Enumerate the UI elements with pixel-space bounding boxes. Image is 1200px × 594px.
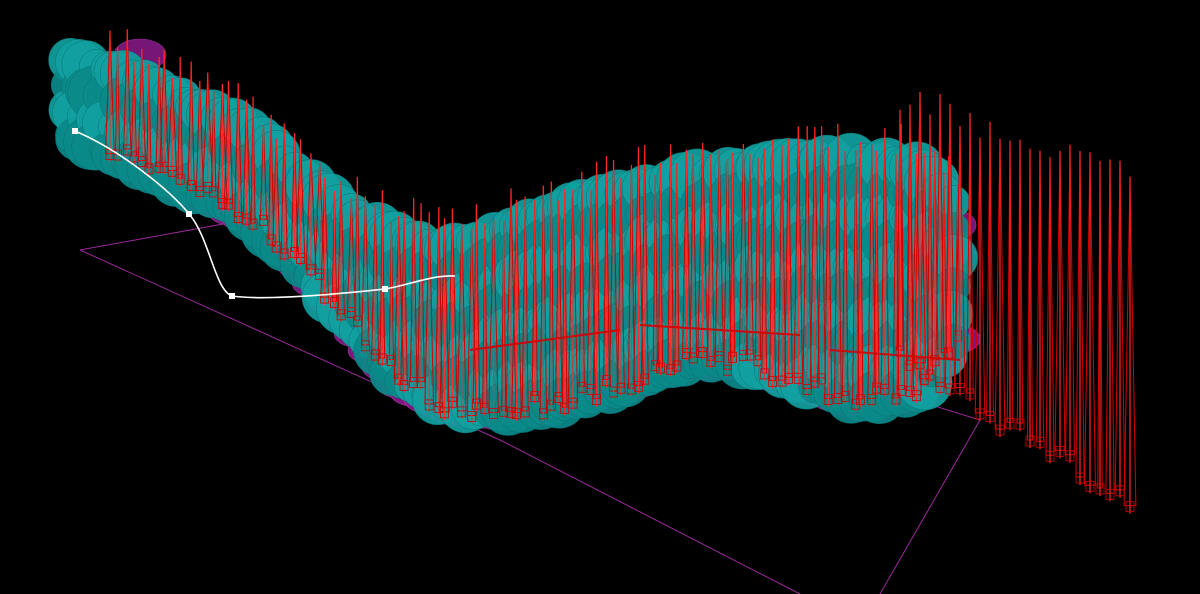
control-point-handle-icon[interactable] <box>229 293 235 299</box>
scene-canvas[interactable] <box>0 0 1200 594</box>
control-point-handle-icon[interactable] <box>382 286 388 292</box>
3d-viewport[interactable] <box>0 0 1200 594</box>
control-point-handle-icon[interactable] <box>186 211 192 217</box>
control-point-handle-icon[interactable] <box>72 128 78 134</box>
body-blob <box>935 324 971 360</box>
